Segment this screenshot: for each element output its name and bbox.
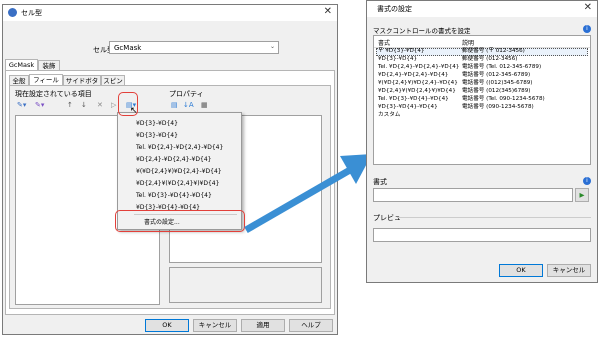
info-icon: i	[583, 25, 591, 33]
format-row[interactable]: ¥D{3}-¥D{4}-¥D{4}	[378, 104, 438, 112]
fields-group-label: 現在設定されている項目	[15, 90, 92, 98]
cancel-button[interactable]: キャンセル	[193, 319, 237, 332]
app-icon	[8, 8, 17, 17]
format-row[interactable]: ¥D{2,4}-¥D{2,4}-¥D{4}	[378, 72, 448, 80]
explanation-cell: 郵便番号 (012-3456)	[462, 56, 518, 62]
format-row[interactable]: Tel. ¥D{3}-¥D{4}-¥D{4}	[378, 96, 449, 104]
explanation-cell: 電話番号 (090-1234-5678)	[462, 104, 534, 110]
close-icon[interactable]: ✕	[584, 2, 592, 13]
preview-field	[373, 228, 591, 242]
add-field-icon[interactable]: ✎▾	[17, 101, 26, 109]
celltype-value: GcMask	[114, 44, 142, 52]
arrow-icon	[244, 154, 372, 234]
help-button[interactable]: ヘルプ	[289, 319, 333, 332]
format-settings-titlebar: 書式の設定 ✕	[367, 1, 597, 17]
preview-label: プレビュー	[373, 214, 408, 222]
apply-button[interactable]: 適用	[241, 319, 285, 332]
categorized-icon[interactable]: ▤	[171, 101, 178, 109]
ok-button[interactable]: OK	[145, 319, 189, 332]
move-up-icon[interactable]: ↑	[67, 101, 73, 109]
format-row[interactable]: ¥D{2,4}¥(¥D{2,4}¥)¥D{4}	[378, 88, 456, 96]
format-row[interactable]: ¥D{3}-¥D{4}	[378, 56, 417, 64]
play-icon[interactable]: ▷	[111, 101, 116, 109]
format-label: 書式	[373, 178, 387, 186]
delete-icon[interactable]: ✕	[97, 101, 103, 109]
format-settings-dialog: 書式の設定 ✕ マスクコントロールの書式を設定 i 書式 説明 〒 ¥D{3}-…	[366, 0, 598, 283]
move-down-icon[interactable]: ↓	[81, 101, 87, 109]
tab-gcmask[interactable]: GcMask	[5, 59, 38, 70]
highlight-settings-item	[115, 210, 245, 232]
format-row[interactable]: ¥(¥D{2,4}¥)¥D{2,4}-¥D{4}	[378, 80, 458, 88]
dialog-cancel-button[interactable]: キャンセル	[547, 264, 591, 277]
celltype-select[interactable]: GcMask ⌄	[109, 41, 279, 54]
dialog-ok-button[interactable]: OK	[499, 264, 543, 277]
dialog-description: マスクコントロールの書式を設定	[373, 27, 471, 35]
window-title: セル型	[21, 9, 42, 17]
chevron-down-icon: ⌄	[269, 43, 275, 50]
property-description	[169, 267, 322, 303]
preview-divider	[397, 217, 591, 218]
explanation-cell: 電話番号 (012-345-6789)	[462, 72, 531, 78]
add-literal-icon[interactable]: ✎▾	[35, 101, 44, 109]
info-icon: i	[583, 177, 591, 185]
mouse-cursor-icon: ↖	[130, 106, 138, 116]
alphabetical-icon[interactable]: ↓A	[183, 101, 194, 109]
format-input[interactable]	[373, 188, 573, 202]
properties-label: プロパティ	[169, 90, 204, 98]
explanation-cell: 電話番号 (Tel. 012-345-6789)	[462, 64, 542, 70]
property-pages-icon[interactable]: ▦	[201, 101, 208, 109]
explanation-cell: 郵便番号 (〒 012-3456)	[462, 48, 525, 54]
format-apply-button[interactable]: ▶	[575, 188, 589, 202]
format-row[interactable]: カスタム	[378, 112, 400, 120]
explanation-cell: 電話番号 ((012)345-6789)	[462, 80, 533, 86]
close-icon[interactable]: ✕	[324, 6, 332, 17]
explanation-cell: 電話番号 (Tel. 090-1234-5678)	[462, 96, 545, 102]
format-list[interactable]: 書式 説明 〒 ¥D{3}-¥D{4} 郵便番号 (〒 012-3456) ¥D…	[373, 35, 591, 165]
format-column-header: 書式	[378, 40, 391, 47]
format-row[interactable]: 〒 ¥D{3}-¥D{4}	[378, 48, 424, 56]
explanation-column-header: 説明	[462, 40, 475, 47]
explanation-cell: 電話番号 (012(345)6789)	[462, 88, 531, 94]
celltype-titlebar: セル型 ✕	[3, 5, 337, 21]
dialog-title: 書式の設定	[377, 5, 412, 13]
format-row[interactable]: Tel. ¥D{2,4}-¥D{2,4}-¥D{4}	[378, 64, 459, 72]
